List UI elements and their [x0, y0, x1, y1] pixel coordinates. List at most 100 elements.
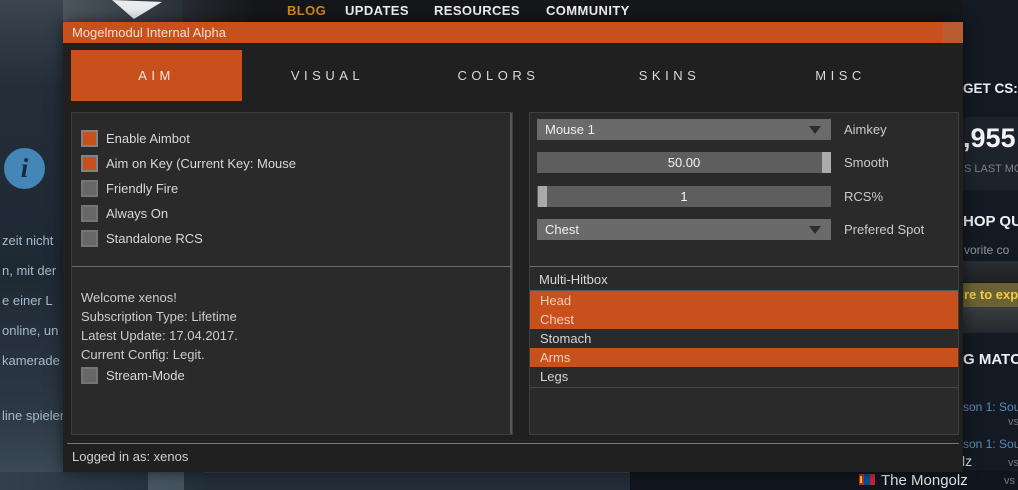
friendly-fire-checkbox[interactable]	[81, 180, 98, 197]
background-text: online, un	[2, 323, 59, 338]
aimkey-dropdown[interactable]: Mouse 1	[537, 119, 831, 140]
checkbox-row-standalone-rcs[interactable]: Standalone RCS	[81, 230, 203, 247]
checkbox-label: Friendly Fire	[106, 181, 179, 196]
aim-settings-box: Mouse 1 Aimkey 50.00 Smooth 1 RCS% Chest…	[529, 112, 959, 435]
checkbox-row-enable-aimbot[interactable]: Enable Aimbot	[81, 130, 190, 147]
stat-number: ,955	[963, 123, 1016, 153]
current-config-text: Current Config: Legit.	[81, 347, 205, 362]
nav-blog[interactable]: BLOG	[287, 3, 326, 18]
aimkey-row: Mouse 1 Aimkey	[537, 119, 953, 140]
prefered-spot-dropdown[interactable]: Chest	[537, 219, 831, 240]
welcome-text: Welcome xenos!	[81, 290, 177, 305]
vs-label: vs	[1008, 416, 1018, 428]
checkbox-label: Standalone RCS	[106, 231, 203, 246]
vs-label: vs	[1008, 457, 1018, 469]
checkbox-label: Always On	[106, 206, 169, 221]
smooth-label: Smooth	[844, 155, 889, 170]
info-icon: i	[4, 148, 45, 189]
rcs-row: 1 RCS%	[537, 186, 953, 207]
aim-on-key-checkbox[interactable]	[81, 155, 98, 172]
slider-handle[interactable]	[822, 152, 832, 173]
tab-visual[interactable]: VISUAL	[242, 50, 413, 101]
slider-handle[interactable]	[538, 186, 548, 207]
checkbox-row-aim-on-key[interactable]: Aim on Key (Current Key: Mouse	[81, 155, 296, 172]
hitbox-item-arms[interactable]: Arms	[530, 348, 958, 367]
team-name-fragment: lz	[963, 453, 973, 469]
box-edge	[510, 113, 512, 434]
match-link[interactable]: son 1: Sout	[963, 400, 1018, 414]
enable-aimbot-checkbox[interactable]	[81, 130, 98, 147]
hitbox-item-head[interactable]: Head	[530, 291, 958, 310]
subscription-text: Subscription Type: Lifetime	[81, 309, 237, 324]
background-text: line spieler	[2, 408, 65, 423]
logged-in-status: Logged in as: xenos	[72, 449, 189, 464]
vs-label: vs	[1004, 475, 1015, 487]
aimkey-label: Aimkey	[844, 122, 887, 137]
tab-bar: AIM VISUAL COLORS SKINS MISC	[71, 50, 926, 101]
always-on-checkbox[interactable]	[81, 205, 98, 222]
background-text: kamerade	[2, 353, 60, 368]
checkbox-label: Aim on Key (Current Key: Mouse	[106, 156, 297, 171]
checkbox-label: Stream-Mode	[106, 368, 185, 383]
window-titlebar[interactable]: Mogelmodul Internal Alpha	[63, 22, 963, 43]
background-text: zeit nicht	[2, 233, 54, 248]
match-link[interactable]: son 1: Sout	[963, 437, 1018, 451]
prefered-spot-row: Chest Prefered Spot	[537, 219, 953, 240]
background-bottom-highlight	[148, 472, 184, 490]
smooth-row: 50.00 Smooth	[537, 152, 953, 173]
promo-banner[interactable]: re to expl	[963, 283, 1018, 307]
slider-value: 1	[680, 189, 688, 204]
tab-colors[interactable]: COLORS	[413, 50, 584, 101]
tab-skins[interactable]: SKINS	[584, 50, 755, 101]
prefered-spot-label: Prefered Spot	[844, 222, 925, 237]
divider	[530, 387, 958, 388]
checkbox-row-stream-mode[interactable]: Stream-Mode	[81, 367, 185, 384]
site-navbar: BLOG UPDATES RESOURCES COMMUNITY	[183, 0, 963, 22]
tab-aim[interactable]: AIM	[71, 50, 242, 101]
shop-heading: HOP QU	[963, 213, 1018, 230]
multi-hitbox-label: Multi-Hitbox	[539, 272, 608, 287]
hitbox-item-chest[interactable]: Chest	[530, 310, 958, 329]
stats-panel: ,955 S LAST MO	[963, 117, 1018, 190]
background-text: e einer L	[2, 293, 53, 308]
divider	[72, 266, 512, 267]
background-text: n, mit der	[2, 263, 57, 278]
nav-resources[interactable]: RESOURCES	[434, 3, 520, 18]
divider	[67, 443, 959, 444]
cheat-window: Mogelmodul Internal Alpha AIM VISUAL COL…	[63, 22, 963, 472]
latest-update-text: Latest Update: 17.04.2017.	[81, 328, 238, 343]
stat-caption: S LAST MO	[964, 163, 1018, 175]
aimbot-options-box: Enable Aimbot Aim on Key (Current Key: M…	[71, 112, 513, 435]
background-bottom-section	[205, 472, 630, 490]
match-row: The Mongolz vs	[630, 471, 1018, 490]
store-thumbnail	[963, 261, 1018, 282]
chevron-down-icon	[809, 126, 821, 134]
dropdown-value: Chest	[545, 222, 579, 237]
screen: i zeit nicht n, mit der e einer L online…	[0, 0, 1018, 490]
background-right-column: GET CS:GO ,955 S LAST MO HOP QU vorite c…	[963, 0, 1018, 490]
smooth-slider[interactable]: 50.00	[537, 152, 832, 173]
stream-mode-checkbox[interactable]	[81, 367, 98, 384]
slider-value: 50.00	[667, 155, 701, 170]
matches-heading: G MATC	[963, 351, 1018, 368]
mongolia-flag-icon	[859, 474, 875, 485]
rcs-slider[interactable]: 1	[537, 186, 831, 207]
nav-updates[interactable]: UPDATES	[345, 3, 409, 18]
tab-misc[interactable]: MISC	[755, 50, 926, 101]
checkbox-row-friendly-fire[interactable]: Friendly Fire	[81, 180, 178, 197]
checkbox-label: Enable Aimbot	[106, 131, 190, 146]
standalone-rcs-checkbox[interactable]	[81, 230, 98, 247]
store-thumbnail	[963, 307, 1018, 333]
hitbox-item-legs[interactable]: Legs	[530, 367, 958, 386]
checkbox-row-always-on[interactable]: Always On	[81, 205, 168, 222]
get-csgo-link[interactable]: GET CS:GO	[963, 81, 1018, 96]
divider	[530, 266, 958, 267]
nav-community[interactable]: COMMUNITY	[546, 3, 630, 18]
hitbox-item-stomach[interactable]: Stomach	[530, 329, 958, 348]
background-left-column: i zeit nicht n, mit der e einer L online…	[0, 0, 65, 490]
chevron-down-icon	[809, 226, 821, 234]
team-name: The Mongolz	[881, 472, 968, 489]
dropdown-value: Mouse 1	[545, 122, 595, 137]
shop-caption: vorite co	[964, 243, 1010, 257]
close-button[interactable]	[943, 22, 963, 43]
